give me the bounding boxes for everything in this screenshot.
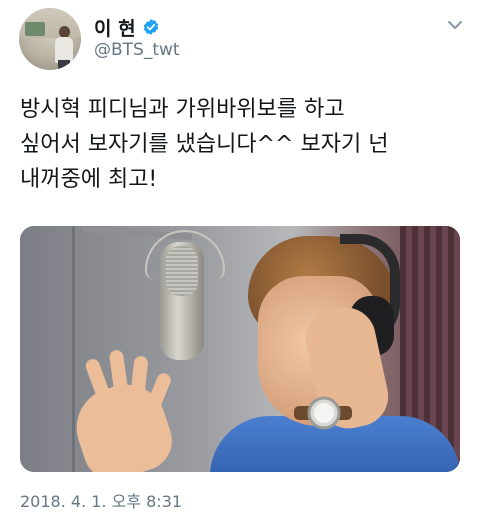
photo-wall-panel: [72, 226, 75, 472]
tweet-card: 이 현 @BTS_twt 방시혁 피디님과 가위바위보를 하고 싶어서 보자기를…: [0, 0, 480, 520]
avatar-sign: [25, 22, 45, 36]
photo-watch: [294, 396, 352, 430]
display-name[interactable]: 이 현: [94, 14, 136, 41]
author-name-row: 이 현: [94, 14, 160, 40]
avatar[interactable]: [19, 8, 81, 70]
avatar-figure-legs: [58, 60, 70, 70]
tweet-text: 방시혁 피디님과 가위바위보를 하고 싶어서 보자기를 냈습니다^^ 보자기 넌…: [20, 97, 389, 192]
tweet-photo[interactable]: [20, 226, 460, 472]
verified-badge-icon: [143, 19, 158, 35]
author-handle[interactable]: @BTS_twt: [94, 40, 180, 60]
tweet-timestamp[interactable]: 2018. 4. 1. 오후 8:31: [20, 488, 182, 512]
photo-mic-grill: [166, 246, 198, 296]
chevron-down-icon[interactable]: [446, 18, 464, 32]
